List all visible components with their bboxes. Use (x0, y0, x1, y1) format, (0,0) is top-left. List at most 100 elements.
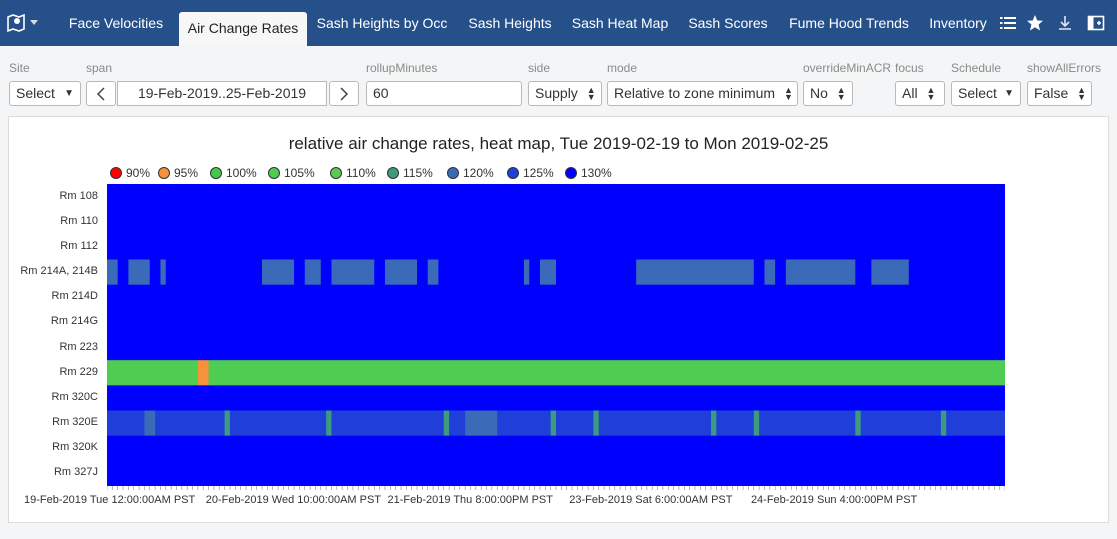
heatmap-cell[interactable] (636, 259, 755, 286)
heatmap-cell[interactable] (449, 410, 466, 437)
heatmap-cell[interactable] (855, 410, 862, 437)
list-icon[interactable] (999, 14, 1017, 32)
panel-icon[interactable] (1087, 14, 1105, 32)
override-min-acr-select[interactable]: No ▲ ▼ (803, 81, 853, 106)
heatmap-cell[interactable] (427, 259, 439, 286)
heatmap-cell[interactable] (711, 410, 717, 437)
span-next-button[interactable] (329, 81, 359, 106)
heatmap-cell[interactable] (331, 410, 445, 437)
tab-sash-scores[interactable]: Sash Scores (681, 8, 775, 38)
heatmap-cell[interactable] (539, 259, 557, 286)
heatmap-cell[interactable] (160, 259, 167, 286)
tab-sash-heights[interactable]: Sash Heights (459, 8, 561, 38)
heatmap-cell[interactable] (107, 184, 1005, 210)
star-icon[interactable] (1026, 14, 1044, 32)
show-all-errors-select[interactable]: False ▲ ▼ (1027, 81, 1092, 106)
schedule-select[interactable]: Select ▼ (951, 81, 1021, 106)
heatmap-cell[interactable] (443, 410, 450, 437)
y-tick-label: Rm 112 (60, 239, 98, 252)
legend-item[interactable]: 95% (158, 166, 198, 180)
site-menu-button[interactable] (6, 12, 46, 34)
heatmap-cell[interactable] (759, 410, 856, 437)
heatmap-cell[interactable] (946, 410, 1005, 437)
heatmap-cell[interactable] (107, 335, 1005, 361)
heatmap-cell[interactable] (107, 360, 199, 386)
heatmap-cell[interactable] (374, 259, 386, 286)
rollup-minutes-input[interactable]: 60 (366, 81, 522, 106)
legend-item[interactable]: 130% (565, 166, 612, 180)
heatmap-cell[interactable] (197, 360, 209, 386)
heatmap-cell[interactable] (550, 410, 557, 437)
legend-item[interactable]: 90% (110, 166, 150, 180)
heatmap-cell[interactable] (331, 259, 375, 286)
heatmap-cell[interactable] (107, 259, 119, 286)
heatmap-cell[interactable] (294, 259, 306, 286)
heatmap-cell[interactable] (529, 259, 541, 286)
legend-item[interactable]: 100% (210, 166, 257, 180)
tab-inventory[interactable]: Inventory (923, 8, 993, 38)
heatmap-cell[interactable] (117, 259, 129, 286)
heatmap-cell[interactable] (165, 259, 263, 286)
heatmap-cell[interactable] (107, 209, 1005, 235)
heatmap-cell[interactable] (144, 410, 156, 437)
heatmap-cell[interactable] (775, 259, 787, 286)
heatmap-cell[interactable] (128, 259, 151, 286)
heatmap-cell[interactable] (107, 309, 1005, 336)
heatmap-cell[interactable] (304, 259, 322, 286)
heatmap-cell[interactable] (871, 259, 910, 286)
span-range-input[interactable]: 19-Feb-2019..25-Feb-2019 (117, 81, 327, 106)
heatmap-cell[interactable] (417, 259, 429, 286)
heatmap-cell[interactable] (764, 259, 776, 286)
tab-sash-heights-by-occ[interactable]: Sash Heights by Occ (311, 8, 453, 38)
heatmap-cell[interactable] (598, 410, 712, 437)
heatmap-cell[interactable] (107, 460, 1005, 486)
heatmap-cell[interactable] (523, 259, 530, 286)
heatmap-cell[interactable] (908, 259, 1005, 286)
side-select[interactable]: Supply ▲ ▼ (528, 81, 602, 106)
heatmap-cell[interactable] (224, 410, 231, 437)
legend-item[interactable]: 120% (447, 166, 494, 180)
legend-item[interactable]: 110% (330, 166, 376, 180)
heatmap-cell[interactable] (107, 435, 1005, 462)
legend-item[interactable]: 105% (268, 166, 315, 180)
heatmap-cell[interactable] (107, 410, 145, 437)
heatmap-cell[interactable] (149, 259, 161, 286)
heatmap-cell[interactable] (107, 234, 1005, 260)
mode-select[interactable]: Relative to zone minimum ▲ ▼ (607, 81, 798, 106)
heatmap-cell[interactable] (384, 259, 418, 286)
tab-sash-heat-map[interactable]: Sash Heat Map (567, 8, 673, 38)
heatmap-cell[interactable] (940, 410, 947, 437)
heatmap-cell[interactable] (855, 259, 872, 286)
span-prev-button[interactable] (86, 81, 116, 106)
download-icon[interactable] (1056, 14, 1074, 32)
heatmap-cell[interactable] (556, 259, 637, 286)
heatmap-cell[interactable] (753, 410, 760, 437)
site-select[interactable]: Select ▼ (9, 81, 81, 106)
heatmap-cell[interactable] (262, 259, 295, 286)
heatmap-cell[interactable] (785, 259, 856, 286)
focus-select[interactable]: All ▲ ▼ (895, 81, 945, 106)
x-tick-label: 23-Feb-2019 Sat 6:00:00AM PST (569, 494, 733, 506)
heatmap-cell[interactable] (860, 410, 942, 437)
heatmap-cell[interactable] (155, 410, 225, 437)
heatmap-cell[interactable] (593, 410, 600, 437)
legend-item[interactable]: 125% (507, 166, 554, 180)
heatmap-cell[interactable] (497, 410, 552, 437)
heatmap-cell[interactable] (326, 410, 332, 437)
tab-air-change-rates[interactable]: Air Change Rates (179, 12, 307, 46)
heatmap-cell[interactable] (107, 284, 1005, 311)
heatmap-cell[interactable] (556, 410, 594, 437)
side-label: side (528, 61, 551, 75)
heatmap-cell[interactable] (208, 360, 1005, 386)
heatmap-cell[interactable] (320, 259, 332, 286)
heatmap-cell[interactable] (465, 410, 498, 437)
heatmap-cell[interactable] (229, 410, 327, 437)
tab-fume-hood-trends[interactable]: Fume Hood Trends (783, 8, 915, 38)
heatmap-plot[interactable] (107, 184, 1005, 486)
heatmap-cell[interactable] (753, 259, 765, 286)
heatmap-cell[interactable] (716, 410, 755, 437)
heatmap-cell[interactable] (107, 385, 1005, 411)
legend-item[interactable]: 115% (387, 166, 433, 180)
heatmap-cell[interactable] (438, 259, 525, 286)
tab-face-velocities[interactable]: Face Velocities (57, 8, 175, 38)
